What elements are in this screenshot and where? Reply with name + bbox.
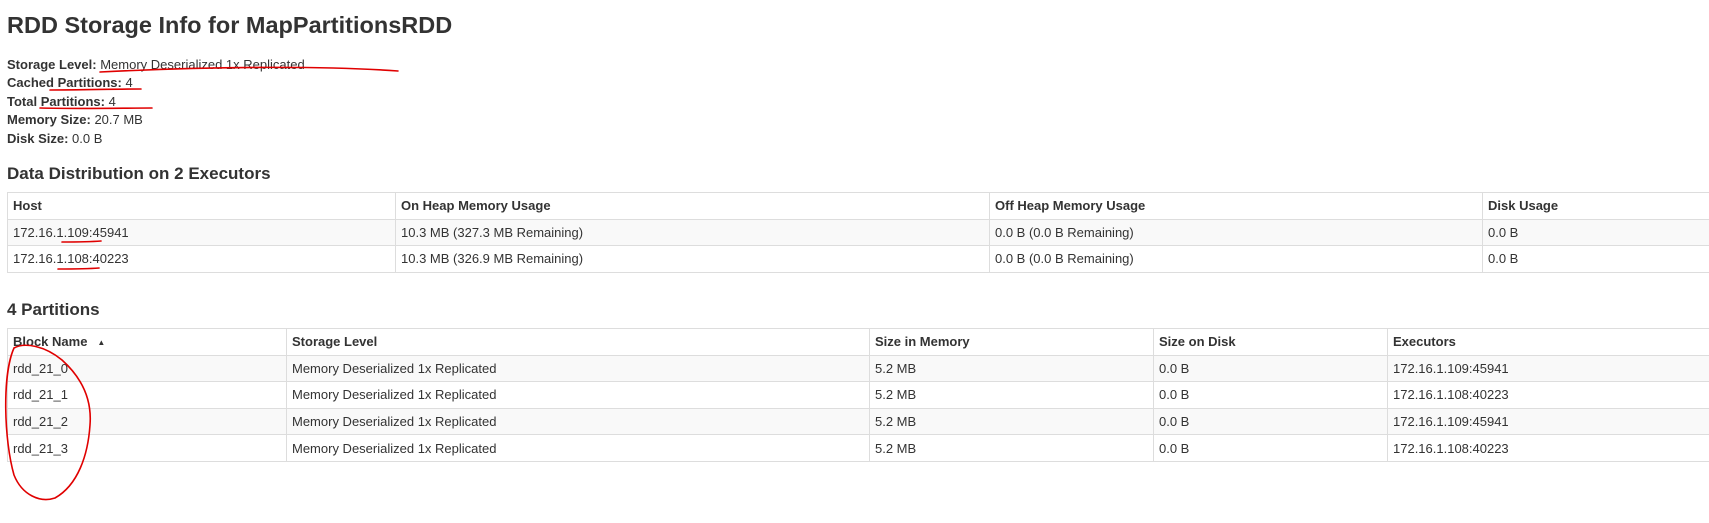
block-executors: 172.16.1.109:45941 <box>1387 354 1709 383</box>
total-partitions-label: Total Partitions: <box>7 93 105 109</box>
table-row: rdd_21_1 Memory Deserialized 1x Replicat… <box>7 381 1709 409</box>
block-size-on-disk: 0.0 B <box>1153 434 1388 462</box>
block-storage-level: Memory Deserialized 1x Replicated <box>286 434 870 462</box>
executors-table: Host On Heap Memory Usage Off Heap Memor… <box>7 192 1709 273</box>
executor-host: 172.16.1.108:40223 <box>7 245 396 273</box>
disk-size-label: Disk Size: <box>7 130 69 146</box>
partitions-table: Block Name ▲ Storage Level Size in Memory… <box>7 328 1709 462</box>
executors-heading: Data Distribution on 2 Executors <box>7 164 271 183</box>
block-size-in-memory: 5.2 MB <box>869 434 1154 462</box>
block-storage-level: Memory Deserialized 1x Replicated <box>286 407 870 436</box>
col-on-heap-memory-usage[interactable]: On Heap Memory Usage <box>395 192 990 220</box>
cached-partitions-value: 4 <box>125 75 133 91</box>
col-executors[interactable]: Executors <box>1387 328 1709 356</box>
block-size-in-memory: 5.2 MB <box>869 407 1154 436</box>
block-size-in-memory: 5.2 MB <box>869 354 1154 383</box>
partitions-heading: 4 Partitions <box>7 300 100 319</box>
block-name: rdd_21_1 <box>7 381 287 409</box>
memory-size-value: 20.7 MB <box>94 112 143 128</box>
block-executors: 172.16.1.109:45941 <box>1387 407 1709 436</box>
partitions-header-row: Block Name ▲ Storage Level Size in Memory… <box>7 328 1709 356</box>
block-storage-level: Memory Deserialized 1x Replicated <box>286 381 870 409</box>
total-partitions-value: 4 <box>108 93 116 109</box>
executor-off-heap: 0.0 B (0.0 B Remaining) <box>989 218 1483 247</box>
summary-total-partitions: Total Partitions: 4 <box>7 93 305 111</box>
table-row: rdd_21_0 Memory Deserialized 1x Replicat… <box>7 354 1709 383</box>
block-size-on-disk: 0.0 B <box>1153 407 1388 436</box>
block-storage-level: Memory Deserialized 1x Replicated <box>286 354 870 383</box>
cached-partitions-label: Cached Partitions: <box>7 75 122 91</box>
col-off-heap-memory-usage[interactable]: Off Heap Memory Usage <box>989 192 1483 220</box>
summary-storage-level: Storage Level: Memory Deserialized 1x Re… <box>7 56 305 74</box>
col-size-in-memory[interactable]: Size in Memory <box>869 328 1154 356</box>
executors-header-row: Host On Heap Memory Usage Off Heap Memor… <box>7 192 1709 220</box>
executor-disk: 0.0 B <box>1482 218 1709 247</box>
col-storage-level[interactable]: Storage Level <box>286 328 870 356</box>
summary-cached-partitions: Cached Partitions: 4 <box>7 74 305 92</box>
block-executors: 172.16.1.108:40223 <box>1387 381 1709 409</box>
block-name: rdd_21_0 <box>7 354 287 383</box>
summary-disk-size: Disk Size: 0.0 B <box>7 130 305 148</box>
col-disk-usage[interactable]: Disk Usage <box>1482 192 1709 220</box>
storage-level-label: Storage Level: <box>7 57 97 72</box>
col-size-on-disk[interactable]: Size on Disk <box>1153 328 1388 356</box>
rdd-storage-page: RDD Storage Info for MapPartitionsRDD St… <box>0 0 1709 523</box>
block-size-in-memory: 5.2 MB <box>869 381 1154 409</box>
col-block-name-label: Block Name <box>13 334 88 350</box>
sort-ascending-icon: ▲ <box>97 338 106 348</box>
memory-size-label: Memory Size: <box>7 112 91 128</box>
block-size-on-disk: 0.0 B <box>1153 354 1388 383</box>
executor-on-heap: 10.3 MB (326.9 MB Remaining) <box>395 245 990 273</box>
summary-memory-size: Memory Size: 20.7 MB <box>7 111 305 129</box>
executor-on-heap: 10.3 MB (327.3 MB Remaining) <box>395 218 990 247</box>
table-row: 172.16.1.108:40223 10.3 MB (326.9 MB Rem… <box>7 245 1709 273</box>
block-executors: 172.16.1.108:40223 <box>1387 434 1709 462</box>
disk-size-value: 0.0 B <box>72 130 103 146</box>
executor-host: 172.16.1.109:45941 <box>7 218 396 247</box>
table-row: 172.16.1.109:45941 10.3 MB (327.3 MB Rem… <box>7 218 1709 247</box>
table-row: rdd_21_3 Memory Deserialized 1x Replicat… <box>7 434 1709 462</box>
col-block-name[interactable]: Block Name ▲ <box>7 328 287 356</box>
block-size-on-disk: 0.0 B <box>1153 381 1388 409</box>
executor-disk: 0.0 B <box>1482 245 1709 273</box>
block-name: rdd_21_3 <box>7 434 287 462</box>
col-host[interactable]: Host <box>7 192 396 220</box>
page-title: RDD Storage Info for MapPartitionsRDD <box>7 12 453 38</box>
table-row: rdd_21_2 Memory Deserialized 1x Replicat… <box>7 407 1709 436</box>
executor-off-heap: 0.0 B (0.0 B Remaining) <box>989 245 1483 273</box>
rdd-summary: Storage Level: Memory Deserialized 1x Re… <box>7 56 305 148</box>
storage-level-value: Memory Deserialized 1x Replicated <box>100 57 305 72</box>
block-name: rdd_21_2 <box>7 407 287 436</box>
